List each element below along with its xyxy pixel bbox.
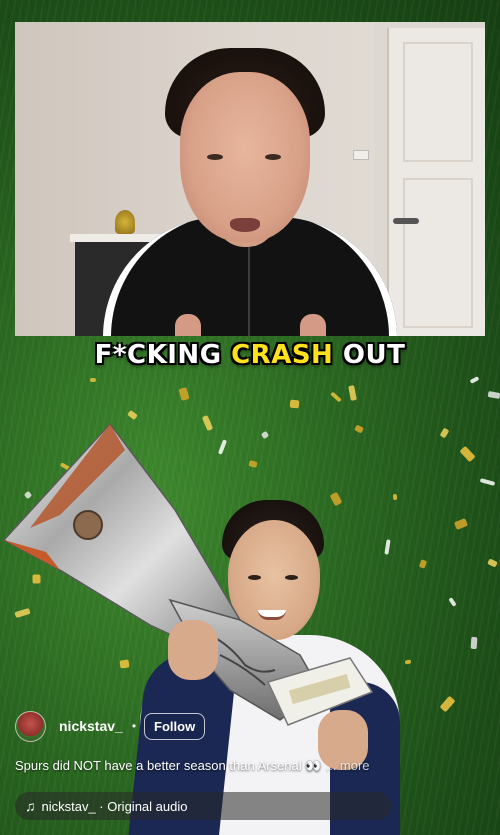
trophy-ornament xyxy=(115,210,135,234)
avatar[interactable] xyxy=(15,710,46,742)
caption-highlight: CRASH xyxy=(231,340,334,370)
video-caption: F*CKING CRASH OUT xyxy=(0,340,500,370)
more-link[interactable]: ... more xyxy=(325,758,369,773)
separator-dot: • xyxy=(131,719,137,733)
caption-text-end: OUT xyxy=(333,340,406,370)
confetti-piece xyxy=(289,399,300,409)
description-text: Spurs did NOT have a better season than … xyxy=(15,758,302,773)
post-description[interactable]: Spurs did NOT have a better season than … xyxy=(15,758,485,774)
caption-text: F*CKING xyxy=(94,340,232,370)
presenter-face xyxy=(180,72,310,242)
username[interactable]: nickstav_ xyxy=(59,718,123,734)
audio-attribution[interactable]: ♫ nickstav_ · Original audio xyxy=(15,792,391,820)
light-switch xyxy=(353,150,369,160)
confetti-piece xyxy=(90,378,96,382)
follow-button[interactable]: Follow xyxy=(144,712,206,740)
audio-label: nickstav_ · Original audio xyxy=(41,798,188,814)
door-handle xyxy=(393,218,419,224)
door xyxy=(387,28,485,336)
webcam-inset xyxy=(15,22,485,336)
reel-video[interactable]: F*CKING CRASH OUT nickstav_ • Follow Spu… xyxy=(0,0,500,835)
post-author-row: nickstav_ • Follow xyxy=(15,710,206,742)
trophy xyxy=(2,422,374,726)
athlete-hand-left xyxy=(168,620,218,680)
eyes-emoji-icon: 👀 xyxy=(305,758,322,773)
music-note-icon: ♫ xyxy=(25,798,36,814)
